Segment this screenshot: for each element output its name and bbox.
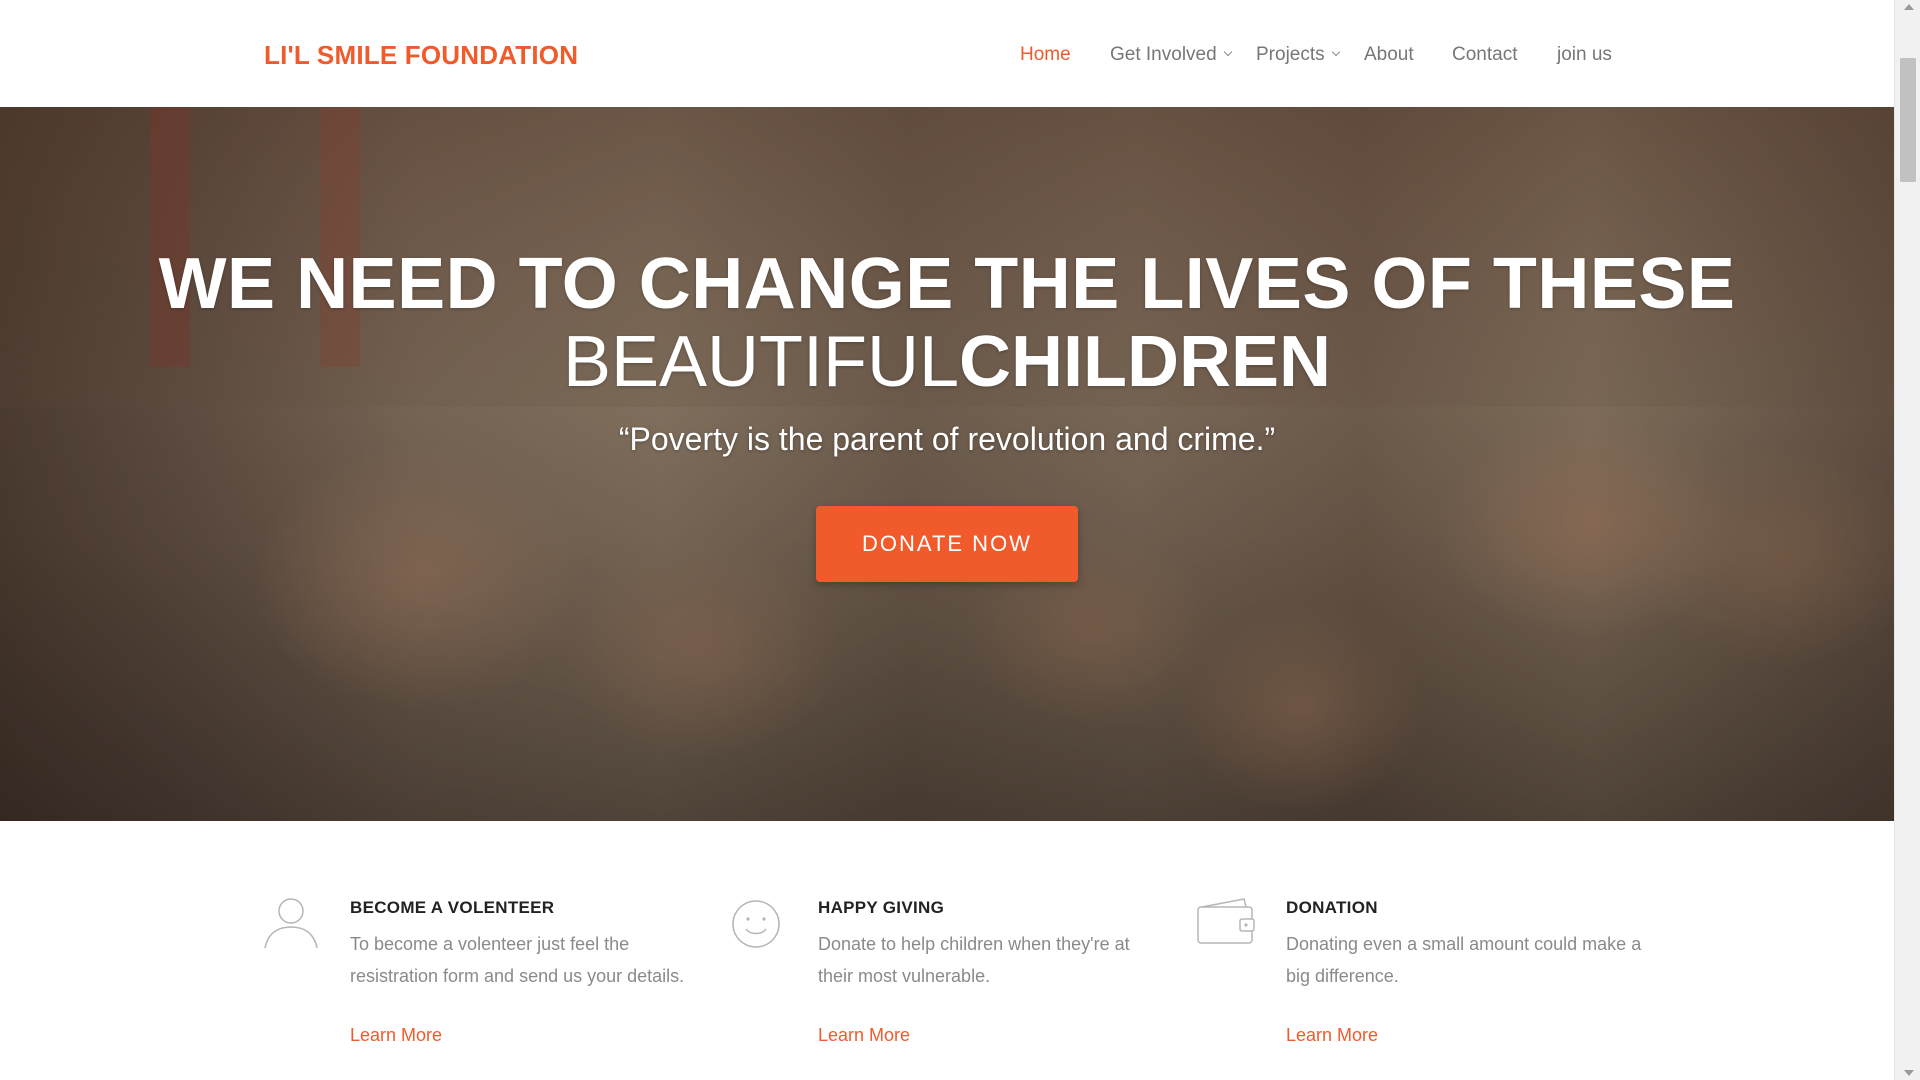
nav-about[interactable]: About — [1364, 44, 1414, 66]
nav-contact[interactable]: Contact — [1452, 44, 1517, 66]
feature-text: Donating even a small amount could make … — [1286, 934, 1642, 986]
nav-get-involved[interactable]: Get Involved — [1110, 44, 1232, 66]
hero-quote: “Poverty is the parent of revolution and… — [618, 421, 1276, 457]
donate-now-button[interactable]: DONATE NOW — [816, 506, 1078, 582]
hero-section: WE NEED TO CHANGE THE LIVES OF THESE BEA… — [0, 107, 1894, 821]
nav-join-us[interactable]: join us — [1557, 44, 1612, 66]
learn-more-link[interactable]: Learn More — [1286, 1025, 1378, 1046]
hero-title-line2: BEAUTIFULCHILDREN — [0, 323, 1894, 401]
hero-title-line1: WE NEED TO CHANGE THE LIVES OF THESE — [158, 244, 1736, 324]
chevron-down-icon — [1223, 47, 1232, 57]
hero-overlay — [0, 107, 1894, 821]
learn-more-link[interactable]: Learn More — [818, 1025, 910, 1046]
site-header: LI'L SMILE FOUNDATION Home Get Involved … — [0, 0, 1894, 107]
feature-title: DONATION — [1286, 898, 1378, 917]
scrollbar-thumb[interactable] — [1900, 58, 1916, 182]
chevron-down-icon — [1331, 47, 1340, 57]
nav-projects-label: Projects — [1256, 44, 1325, 65]
wallet-icon — [1197, 898, 1255, 944]
feature-text: Donate to help children when they're at … — [818, 934, 1130, 986]
feature-title: HAPPY GIVING — [818, 898, 945, 917]
feature-text: To become a volenteer just feel the resi… — [350, 934, 685, 986]
smiley-icon — [732, 900, 780, 948]
user-outline-icon — [264, 898, 318, 949]
hero-title-light: BEAUTIFUL — [562, 322, 960, 402]
learn-more-link[interactable]: Learn More — [350, 1025, 442, 1046]
nav-get-involved-label: Get Involved — [1110, 44, 1217, 65]
scroll-down-arrow-icon[interactable] — [1904, 1070, 1914, 1076]
main-nav: Home Get Involved Projects About Contact… — [0, 44, 1894, 68]
nav-home[interactable]: Home — [1020, 44, 1071, 66]
nav-projects[interactable]: Projects — [1256, 44, 1340, 66]
feature-title: BECOME A VOLENTEER — [350, 898, 555, 917]
page-scrollbar[interactable] — [1894, 0, 1920, 1080]
hero-title-bold: CHILDREN — [959, 322, 1332, 402]
scroll-up-arrow-icon[interactable] — [1904, 4, 1914, 10]
